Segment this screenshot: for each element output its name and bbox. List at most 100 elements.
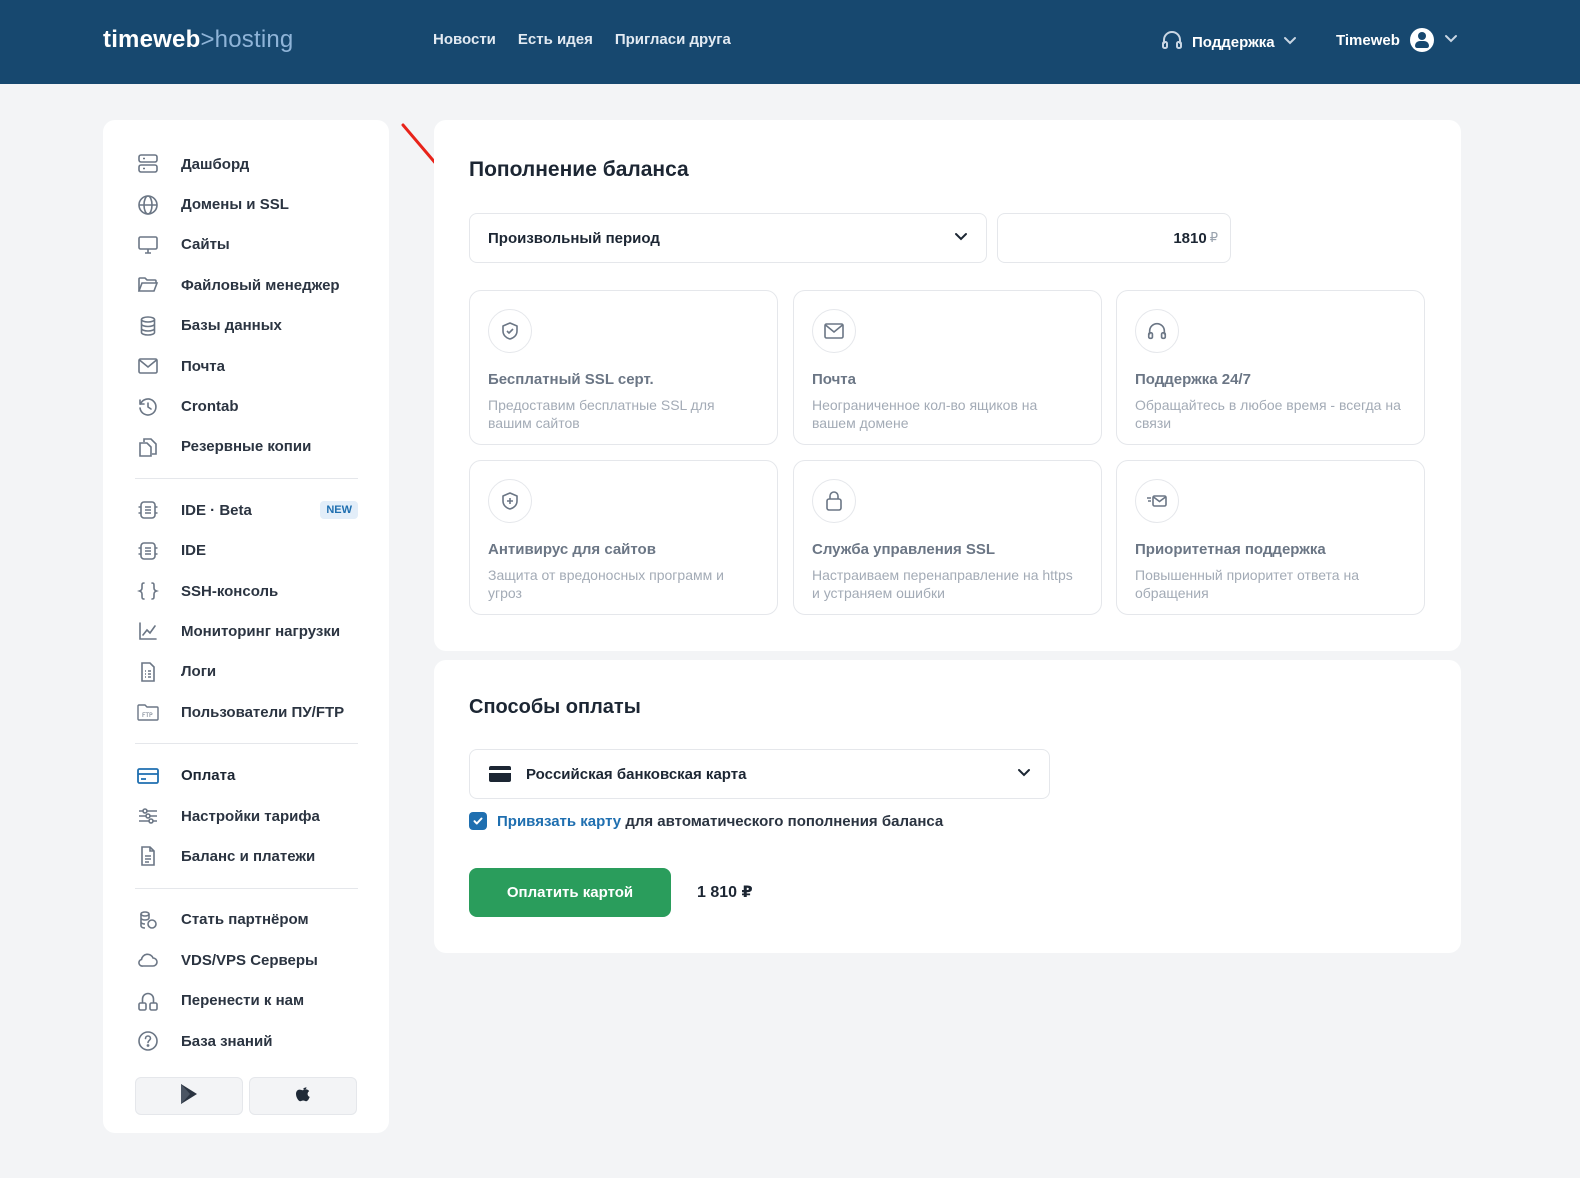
amount-currency: ₽ — [1209, 230, 1218, 245]
feature-title: Антивирус для сайтов — [488, 541, 656, 558]
sidebar-item-ssh-console[interactable]: SSH-консоль — [135, 571, 358, 611]
sidebar-item-sites[interactable]: Сайты — [135, 225, 358, 265]
feature-card: Приоритетная поддержка Повышенный приори… — [1116, 460, 1425, 615]
headphones-icon — [1135, 309, 1179, 353]
sidebar-item-mail[interactable]: Почта — [135, 346, 358, 386]
server-icon — [135, 151, 161, 177]
sidebar-item-knowledge-base[interactable]: База знаний — [135, 1021, 358, 1061]
credit-card-icon — [488, 765, 512, 783]
sidebar-item-vds[interactable]: VDS/VPS Серверы — [135, 940, 358, 980]
sidebar-item-file-manager[interactable]: Файловый менеджер — [135, 265, 358, 305]
sidebar-item-monitoring[interactable]: Мониторинг нагрузки — [135, 611, 358, 651]
history-icon — [135, 394, 161, 420]
feature-desc: Предоставим бесплатные SSL для вашим сай… — [488, 397, 715, 431]
code-chip-icon — [135, 497, 161, 523]
bind-card-link[interactable]: Привязать карту — [497, 813, 621, 830]
top-nav: Новости Есть идея Пригласи друга — [433, 31, 731, 48]
sidebar-item-dashboard[interactable]: Дашборд — [135, 144, 358, 184]
account-menu[interactable]: Timeweb — [1336, 28, 1458, 52]
copy-icon — [135, 434, 161, 460]
top-header: timeweb>hosting Новости Есть идея Пригла… — [0, 0, 1580, 84]
feature-card: Служба управления SSL Настраиваем перена… — [793, 460, 1102, 615]
feature-desc: Неограниченное кол-во ящиков на вашем до… — [812, 397, 1038, 431]
sidebar-item-ftp-users[interactable]: FTP Пользователи ПУ/FTP — [135, 692, 358, 732]
ftp-folder-icon: FTP — [135, 699, 161, 725]
sidebar-item-ide-beta[interactable]: IDE · Beta NEW — [135, 490, 358, 530]
user-avatar-icon — [1409, 28, 1434, 52]
sidebar-item-tariff-settings[interactable]: Настройки тарифа — [135, 796, 358, 836]
feature-desc: Повышенный приоритет ответа на обращения — [1135, 567, 1359, 601]
sidebar-item-balance[interactable]: Баланс и платежи — [135, 836, 358, 876]
sidebar-item-logs[interactable]: Логи — [135, 652, 358, 692]
folder-icon — [135, 272, 161, 298]
play-store-icon — [179, 1083, 199, 1110]
sidebar-item-domains[interactable]: Домены и SSL — [135, 184, 358, 224]
sliders-icon — [135, 803, 161, 829]
feature-title: Приоритетная поддержка — [1135, 541, 1326, 558]
google-play-button[interactable] — [135, 1077, 243, 1116]
coins-icon — [135, 907, 161, 933]
app-store-button[interactable] — [249, 1077, 357, 1116]
feature-desc: Обращайтесь в любое время - всегда на св… — [1135, 397, 1401, 431]
support-label: Поддержка — [1192, 33, 1275, 51]
nav-news[interactable]: Новости — [433, 31, 496, 48]
check-icon — [473, 817, 483, 825]
mail-icon — [812, 309, 856, 353]
sidebar-item-databases[interactable]: Базы данных — [135, 306, 358, 346]
support-menu[interactable]: Поддержка — [1160, 28, 1297, 56]
feature-title: Поддержка 24/7 — [1135, 371, 1251, 388]
sidebar-item-ide[interactable]: IDE — [135, 531, 358, 571]
amount-input[interactable]: 1810 ₽ — [997, 213, 1231, 263]
headphones-icon — [1160, 28, 1184, 56]
document-icon — [135, 843, 161, 869]
pay-by-card-button[interactable]: Оплатить картой — [469, 868, 671, 917]
feature-desc: Настраиваем перенаправление на https и у… — [812, 567, 1073, 601]
chevron-down-icon — [1017, 765, 1031, 783]
chevron-down-icon — [1283, 33, 1297, 51]
feature-card: Почта Неограниченное кол-во ящиков на ва… — [793, 290, 1102, 445]
logo[interactable]: timeweb>hosting — [103, 26, 293, 54]
period-select-value: Произвольный период — [488, 229, 660, 247]
sidebar-item-payment[interactable]: Оплата — [135, 755, 358, 795]
bind-card-text: для автоматического пополнения баланса — [625, 812, 944, 830]
file-log-icon — [135, 659, 161, 685]
nav-invite[interactable]: Пригласи друга — [615, 31, 731, 48]
payment-method-value: Российская банковская карта — [526, 765, 747, 783]
period-select[interactable]: Произвольный период — [469, 213, 987, 263]
bind-card-row: Привязать карту для автоматического попо… — [469, 812, 943, 830]
feature-card: Поддержка 24/7 Обращайтесь в любое время… — [1116, 290, 1425, 445]
migrate-icon — [135, 988, 161, 1014]
app-store-buttons — [135, 1077, 358, 1116]
sidebar-item-backups[interactable]: Резервные копии — [135, 427, 358, 467]
shield-check-icon — [488, 309, 532, 353]
bind-card-checkbox[interactable] — [469, 812, 487, 830]
database-icon — [135, 313, 161, 339]
sidebar: Дашборд Домены и SSL Сайты Файловый мене… — [103, 120, 389, 1133]
payment-title: Способы оплаты — [469, 696, 641, 718]
globe-icon — [135, 192, 161, 218]
credit-card-icon — [135, 763, 161, 789]
chart-line-icon — [135, 618, 161, 644]
balance-title: Пополнение баланса — [469, 158, 689, 181]
feature-desc: Защита от вредоносных программ и угроз — [488, 567, 724, 601]
account-label: Timeweb — [1336, 31, 1400, 49]
sidebar-item-crontab[interactable]: Crontab — [135, 386, 358, 426]
nav-idea[interactable]: Есть идея — [518, 31, 593, 48]
cloud-icon — [135, 947, 161, 973]
sidebar-divider — [135, 743, 358, 745]
svg-text:FTP: FTP — [142, 712, 153, 719]
question-circle-icon — [135, 1028, 161, 1054]
mail-icon — [135, 353, 161, 379]
payment-total: 1 810 ₽ — [697, 884, 753, 901]
feature-card: Бесплатный SSL серт. Предоставим бесплат… — [469, 290, 778, 445]
sidebar-item-migrate[interactable]: Перенести к нам — [135, 980, 358, 1020]
amount-value: 1810 — [1173, 229, 1207, 247]
sidebar-item-partner[interactable]: Стать партнёром — [135, 900, 358, 940]
lock-icon — [812, 479, 856, 523]
fast-mail-icon — [1135, 479, 1179, 523]
braces-icon — [135, 578, 161, 604]
payment-method-select[interactable]: Российская банковская карта — [469, 749, 1050, 799]
feature-title: Почта — [812, 371, 856, 388]
feature-title: Служба управления SSL — [812, 541, 996, 558]
feature-title: Бесплатный SSL серт. — [488, 371, 654, 388]
